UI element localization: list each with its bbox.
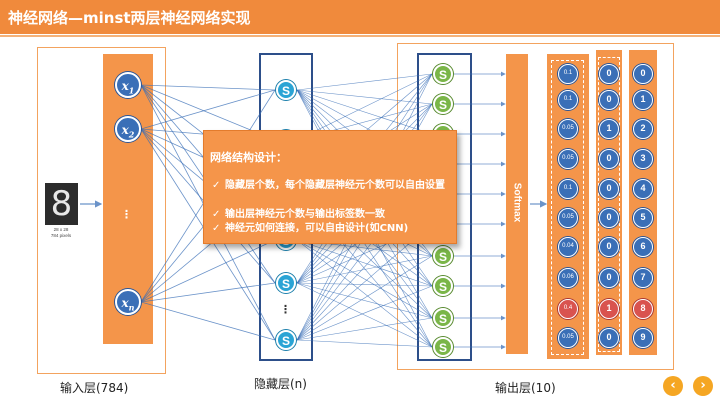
input-node-xn: xn <box>115 289 141 315</box>
input-ellipsis: ⋮ <box>121 208 132 221</box>
digit-label: 7 <box>633 268 653 288</box>
input-node-x1: x1 <box>115 72 141 98</box>
onehot-value: 0 <box>599 268 619 288</box>
input-hidden-edge <box>140 84 276 91</box>
prev-slide-button[interactable]: ‹ <box>663 376 683 396</box>
network-design-callout: 网络结构设计： ✓ 隐藏层个数，每个隐藏层神经元个数可以自由设置 ✓ 输出层神经元个… <box>203 130 457 244</box>
digit-label: 6 <box>633 237 653 257</box>
onehot-value: 0 <box>599 64 619 84</box>
hidden-output-edge <box>296 89 433 135</box>
probability-value: 0.1 <box>558 64 578 84</box>
softmax-bar: Softmax <box>506 54 528 354</box>
onehot-value: 1 <box>599 299 619 319</box>
hidden-output-edge <box>296 89 433 105</box>
hidden-output-edge <box>296 317 433 341</box>
callout-title: 网络结构设计： <box>210 151 287 164</box>
output-node: S <box>433 94 453 114</box>
digit-label: 9 <box>633 328 653 348</box>
output-layer-label: 输出层(10) <box>495 381 556 395</box>
digit-label: 4 <box>633 179 653 199</box>
onehot-value: 0 <box>599 208 619 228</box>
hidden-node: S <box>276 80 296 100</box>
digit-label: 5 <box>633 208 653 228</box>
input-node-x2: x2 <box>115 116 141 142</box>
onehot-value: 0 <box>599 90 619 110</box>
output-node: S <box>433 246 453 266</box>
input-hidden-edge <box>140 89 276 130</box>
hidden-output-edge <box>296 339 433 348</box>
hidden-layer-label: 隐藏层(n) <box>254 377 307 391</box>
output-node: S <box>433 308 453 328</box>
softmax-label: Softmax <box>511 182 523 223</box>
output-node: S <box>433 64 453 84</box>
onehot-value: 0 <box>599 237 619 257</box>
onehot-value: 1 <box>599 119 619 139</box>
probability-value: 0.05 <box>558 328 578 348</box>
digit-label: 3 <box>633 149 653 169</box>
probability-value: 0.04 <box>558 237 578 257</box>
digit-label: 2 <box>633 119 653 139</box>
hidden-output-edge <box>296 73 433 91</box>
hidden-node: S <box>276 273 296 293</box>
callout-item-2: ✓ 输出层神经元个数与输出标签数一致 <box>212 209 385 220</box>
probability-value: 0.05 <box>558 149 578 169</box>
output-node: S <box>433 276 453 296</box>
probability-value: 0.05 <box>558 119 578 139</box>
callout-item-1: ✓ 隐藏层个数，每个隐藏层神经元个数可以自由设置 <box>212 180 445 191</box>
onehot-value: 0 <box>599 149 619 169</box>
digit-label: 8 <box>633 299 653 319</box>
input-layer-label: 输入层(784) <box>60 381 129 395</box>
onehot-value: 0 <box>599 179 619 199</box>
next-slide-button[interactable]: › <box>693 376 713 396</box>
digit-label: 0 <box>633 64 653 84</box>
hidden-node: S <box>276 330 296 350</box>
probability-value: 0.1 <box>558 179 578 199</box>
callout-item-3: ✓ 神经元如何连接，可以自由设计(如CNN) <box>212 223 409 234</box>
output-node: S <box>433 337 453 357</box>
probability-value: 0.05 <box>558 208 578 228</box>
probability-value: 0.1 <box>558 90 578 110</box>
onehot-value: 0 <box>599 328 619 348</box>
probability-value: 0.4 <box>558 299 578 319</box>
digit-label: 1 <box>633 90 653 110</box>
hidden-output-edge <box>296 282 433 348</box>
probability-value: 0.06 <box>558 268 578 288</box>
hidden-ellipsis: ⋮ <box>280 303 291 316</box>
